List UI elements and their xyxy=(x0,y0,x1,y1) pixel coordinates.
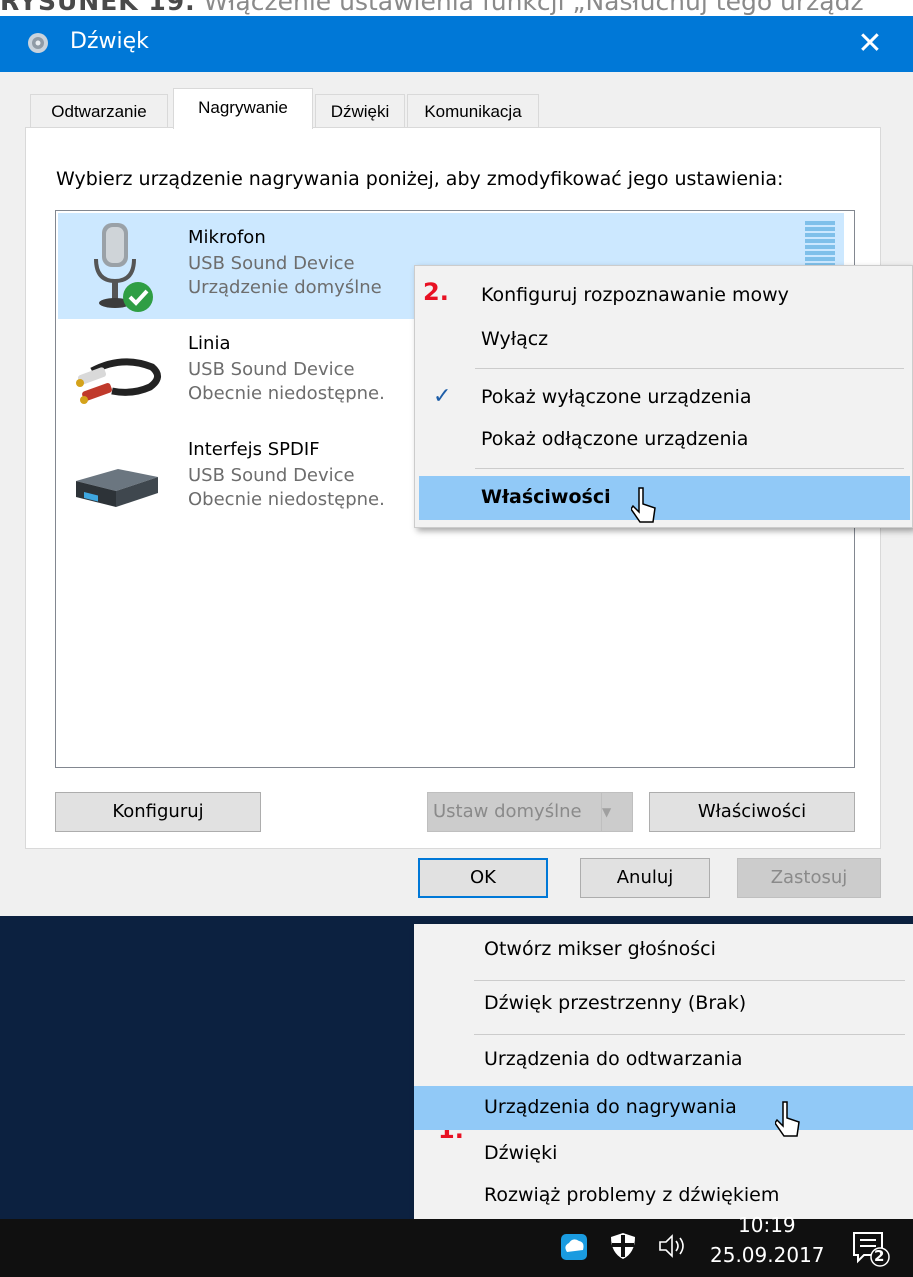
tab-playback[interactable]: Odtwarzanie xyxy=(30,94,168,128)
tab-recording[interactable]: Nagrywanie xyxy=(173,88,313,129)
close-icon[interactable]: ✕ xyxy=(848,22,892,66)
menu-item-show-disconnected[interactable]: Pokaż odłączone urządzenia xyxy=(415,418,912,462)
speaker-volume-icon[interactable] xyxy=(658,1233,688,1259)
checkmark-icon: ✓ xyxy=(433,384,452,409)
set-default-label: Ustaw domyślne xyxy=(433,801,582,822)
tab-sounds[interactable]: Dźwięki xyxy=(315,94,405,128)
dropdown-arrow-icon[interactable]: ▼ xyxy=(601,793,632,831)
device-status: Obecnie niedostępne. xyxy=(188,383,385,404)
mouse-cursor-icon xyxy=(775,1101,800,1137)
device-description: USB Sound Device xyxy=(188,465,355,486)
rca-cable-icon xyxy=(76,358,161,404)
device-description: USB Sound Device xyxy=(188,253,355,274)
menu-separator xyxy=(475,468,904,469)
menu-item-properties[interactable]: Właściwości xyxy=(419,476,910,520)
menu-item-show-disabled[interactable]: ✓ Pokaż wyłączone urządzenia xyxy=(415,376,912,420)
menu-item-disable[interactable]: Wyłącz xyxy=(415,318,912,362)
tray-sound-menu: 1. Otwórz mikser głośności Dźwięk przest… xyxy=(414,924,913,1219)
dialog-titlebar[interactable]: Dźwięk ✕ xyxy=(0,16,913,72)
clock-time[interactable]: 10:19 xyxy=(738,1213,796,1237)
caption-text: Włączenie ustawienia funkcji „Nasłuchuj … xyxy=(203,0,864,16)
taskbar: 10:19 25.09.2017 2 xyxy=(0,1213,913,1277)
properties-button[interactable]: Właściwości xyxy=(649,792,855,832)
clock-date[interactable]: 25.09.2017 xyxy=(710,1243,825,1267)
notification-center-icon[interactable] xyxy=(852,1231,892,1267)
menu-item-configure-speech[interactable]: Konfiguruj rozpoznawanie mowy xyxy=(415,274,912,318)
menu-item-spatial-sound[interactable]: Dźwięk przestrzenny (Brak) xyxy=(414,982,913,1026)
microphone-icon xyxy=(94,223,153,312)
shield-icon[interactable] xyxy=(609,1231,637,1261)
mouse-cursor-icon xyxy=(631,487,656,523)
apply-button[interactable]: Zastosuj xyxy=(737,858,881,898)
device-status: Urządzenie domyślne xyxy=(188,277,382,298)
device-context-menu: 2. Konfiguruj rozpoznawanie mowy Wyłącz … xyxy=(414,265,913,528)
menu-item-troubleshoot[interactable]: Rozwiąż problemy z dźwiękiem xyxy=(414,1174,913,1218)
menu-item-recording-devices[interactable]: Urządzenia do nagrywania xyxy=(414,1086,913,1130)
dialog-title: Dźwięk xyxy=(70,29,149,54)
instruction-text: Wybierz urządzenie nagrywania poniżej, a… xyxy=(56,168,784,190)
device-description: USB Sound Device xyxy=(188,359,355,380)
speaker-app-icon xyxy=(28,33,48,53)
caption-prefix: RYSUNEK 19. xyxy=(0,0,196,16)
menu-item-sounds[interactable]: Dźwięki xyxy=(414,1132,913,1176)
menu-separator xyxy=(474,980,905,981)
cancel-button[interactable]: Anuluj xyxy=(580,858,710,898)
ok-button[interactable]: OK xyxy=(418,858,548,898)
device-name: Mikrofon xyxy=(188,227,266,248)
menu-item-volume-mixer[interactable]: Otwórz mikser głośności xyxy=(414,928,913,972)
tab-communications[interactable]: Komunikacja xyxy=(407,94,539,128)
notification-count-badge: 2 xyxy=(874,1247,885,1265)
set-default-button[interactable]: Ustaw domyślne ▼ xyxy=(427,792,633,832)
menu-separator xyxy=(475,368,904,369)
menu-separator xyxy=(474,1034,905,1035)
device-status: Obecnie niedostępne. xyxy=(188,489,385,510)
device-name: Interfejs SPDIF xyxy=(188,439,320,460)
spdif-device-icon xyxy=(76,469,158,507)
configure-button[interactable]: Konfiguruj xyxy=(55,792,261,832)
cloud-app-icon[interactable] xyxy=(559,1232,589,1262)
device-name: Linia xyxy=(188,333,231,354)
figure-caption: RYSUNEK 19. Włączenie ustawienia funkcji… xyxy=(0,0,913,16)
menu-item-playback-devices[interactable]: Urządzenia do odtwarzania xyxy=(414,1038,913,1082)
